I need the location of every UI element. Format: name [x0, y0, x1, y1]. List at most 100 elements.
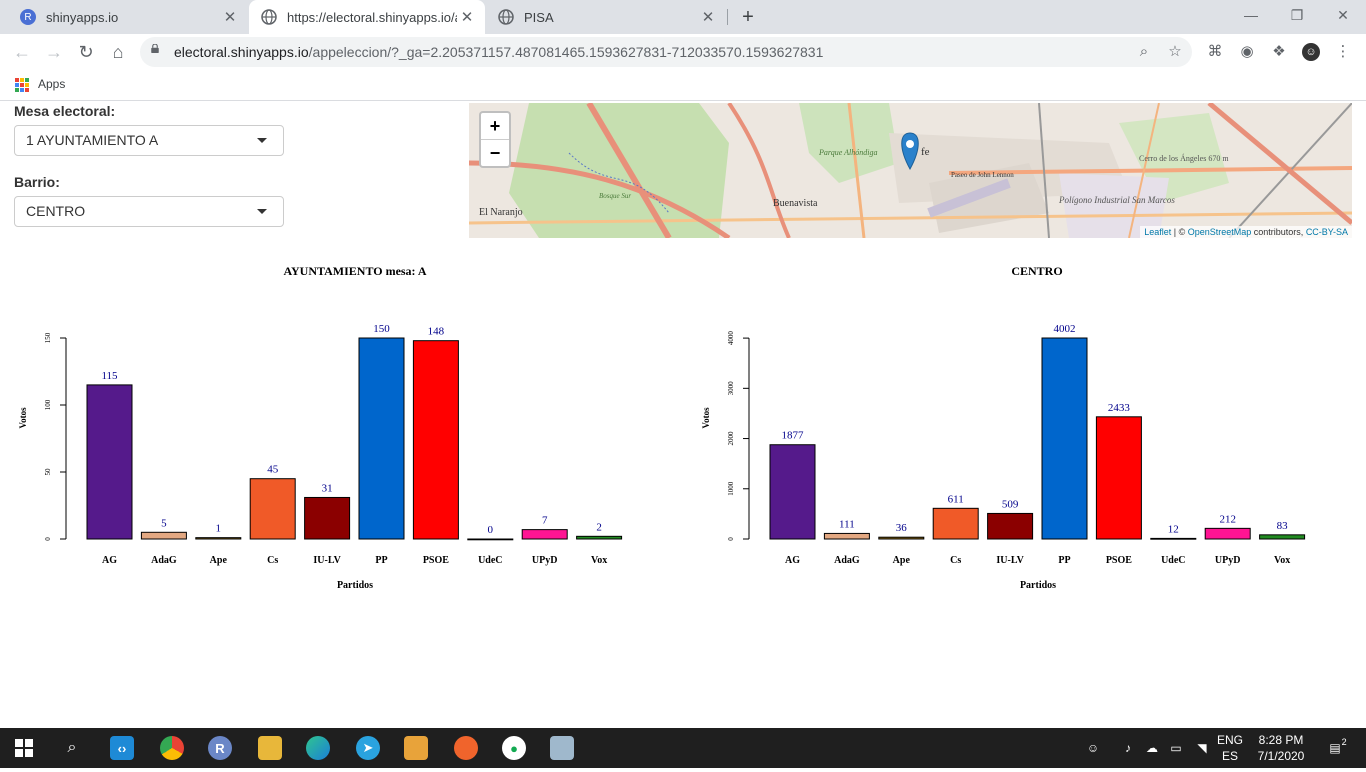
- zoom-out-button[interactable]: −: [481, 139, 509, 166]
- tab-electoral[interactable]: https://electoral.shinyapps.io/app ✕: [249, 0, 485, 34]
- bar-value-label: 12: [1168, 523, 1179, 535]
- new-tab-button[interactable]: +: [736, 4, 760, 30]
- search-icon[interactable]: ⌕: [60, 736, 84, 760]
- bar: [576, 535, 623, 540]
- back-icon[interactable]: ←: [8, 38, 36, 66]
- y-tick-label: 2000: [727, 431, 735, 446]
- license-link[interactable]: CC-BY-SA: [1306, 227, 1348, 237]
- bar-value-label: 45: [267, 464, 279, 476]
- clock[interactable]: 8:28 PM 7/1/2020: [1250, 728, 1312, 772]
- y-axis-label: Votos: [701, 407, 711, 429]
- bar: [878, 536, 925, 540]
- minimize-icon[interactable]: —: [1228, 0, 1274, 30]
- bookmark-star-icon[interactable]: ☆: [1167, 44, 1183, 60]
- url-text[interactable]: electoral.shinyapps.io/appeleccion/?_ga=…: [174, 37, 823, 67]
- bar-value-label: 5: [161, 517, 167, 529]
- windows-start-icon[interactable]: [12, 736, 36, 760]
- telegram-icon[interactable]: ➤: [356, 736, 380, 760]
- close-tab-icon[interactable]: ✕: [220, 8, 240, 26]
- volume-icon[interactable]: ♪: [1118, 728, 1138, 768]
- category-label: UPyD: [532, 555, 558, 566]
- osm-link[interactable]: OpenStreetMap: [1188, 227, 1252, 237]
- bar-value-label: 2433: [1108, 402, 1131, 414]
- map-tiles: El Naranjo Buenavista Parque Alhóndiga P…: [469, 103, 1352, 238]
- y-tick-label: 100: [44, 399, 52, 410]
- virtualbox-icon[interactable]: [404, 736, 428, 760]
- bar: [1041, 337, 1088, 540]
- category-label: IU-LV: [996, 555, 1024, 566]
- people-icon[interactable]: ☺: [1082, 728, 1104, 768]
- avatar[interactable]: ☺: [1302, 43, 1320, 61]
- file-explorer-icon[interactable]: [258, 736, 282, 760]
- apps-grid-icon[interactable]: [15, 78, 29, 92]
- notes-app-icon[interactable]: [550, 736, 574, 760]
- notification-count: 2: [1341, 737, 1347, 747]
- mongodb-icon[interactable]: ●: [502, 736, 526, 760]
- wifi-icon[interactable]: ◥: [1192, 728, 1212, 768]
- bar-value-label: 150: [373, 323, 390, 335]
- bar: [140, 531, 187, 540]
- bar-value-label: 148: [428, 326, 445, 338]
- leaflet-map[interactable]: El Naranjo Buenavista Parque Alhóndiga P…: [469, 103, 1352, 238]
- mesa-select[interactable]: 1 AYUNTAMIENTO A: [14, 125, 284, 156]
- category-label: AdaG: [834, 555, 860, 566]
- puzzle-icon[interactable]: ❖: [1270, 43, 1288, 61]
- notification-center-icon[interactable]: ▤ 2: [1322, 728, 1348, 768]
- mesa-value: 1 AYUNTAMIENTO A: [26, 132, 159, 148]
- vscode-icon[interactable]: ‹›: [110, 736, 134, 760]
- close-tab-icon[interactable]: ✕: [698, 8, 718, 26]
- restore-icon[interactable]: ❐: [1274, 0, 1320, 30]
- bar: [412, 340, 459, 540]
- category-label: PP: [375, 555, 387, 566]
- bar-value-label: 111: [839, 518, 855, 530]
- taskbar: ⌕ ‹› R ➤ ● ☺ ♪ ☁ ▭ ◥ ENG ES 8:28 PM 7/1/…: [0, 728, 1366, 768]
- chart-title: CENTRO: [1011, 264, 1063, 278]
- bar-value-label: 4002: [1054, 323, 1076, 335]
- postman-icon[interactable]: [454, 736, 478, 760]
- bar-value-label: 115: [101, 370, 118, 382]
- bookmark-apps[interactable]: Apps: [38, 70, 65, 98]
- map-label: Polígono Industrial San Marcos: [1058, 195, 1175, 205]
- map-label: Buenavista: [773, 198, 818, 209]
- tab-pisa[interactable]: PISA ✕: [486, 0, 726, 34]
- chrome-icon[interactable]: [160, 736, 184, 760]
- home-icon[interactable]: ⌂: [104, 38, 132, 66]
- extension-shield-icon[interactable]: ◉: [1238, 43, 1256, 61]
- close-tab-icon[interactable]: ✕: [457, 8, 477, 26]
- bar: [304, 496, 351, 540]
- edge-icon[interactable]: [306, 736, 330, 760]
- extension-translate-icon[interactable]: ⌘: [1206, 43, 1224, 61]
- tab-shinyapps[interactable]: R shinyapps.io ✕: [8, 0, 248, 34]
- barrio-select[interactable]: CENTRO: [14, 196, 284, 227]
- bar: [1259, 534, 1306, 540]
- forward-icon[interactable]: →: [40, 38, 68, 66]
- bar-value-label: 31: [322, 482, 333, 494]
- reload-icon[interactable]: ↻: [72, 38, 100, 66]
- category-label: IU-LV: [313, 555, 341, 566]
- cloud-icon[interactable]: ☁: [1142, 728, 1162, 768]
- lang-top: ENG: [1216, 733, 1243, 747]
- leaflet-link[interactable]: Leaflet: [1144, 227, 1171, 237]
- bar-value-label: 0: [488, 524, 494, 536]
- close-window-icon[interactable]: ✕: [1320, 0, 1366, 30]
- map-label: Bosque Sur: [599, 192, 631, 200]
- bookmarks-bar: Apps: [0, 70, 1366, 101]
- time: 8:28 PM: [1258, 733, 1304, 747]
- r-icon[interactable]: R: [208, 736, 232, 760]
- bar-chart-barrio: 0 1000 2000 3000 4000 Votos 1877 AG 111 AdaG 36 Ape…: [701, 323, 1306, 591]
- menu-dots-icon[interactable]: ⋮: [1334, 43, 1352, 61]
- zoom-in-button[interactable]: +: [481, 113, 509, 139]
- address-bar[interactable]: electoral.shinyapps.io/appeleccion/?_ga=…: [140, 37, 1192, 67]
- x-axis-label: Partidos: [337, 580, 373, 591]
- battery-icon[interactable]: ▭: [1166, 728, 1186, 768]
- map-label: Parque Alhóndiga: [818, 148, 877, 157]
- language-indicator[interactable]: ENG ES: [1212, 728, 1248, 772]
- r-logo-icon: R: [20, 9, 36, 25]
- bar: [823, 532, 870, 540]
- date: 7/1/2020: [1257, 749, 1305, 763]
- barrio-value: CENTRO: [26, 203, 86, 219]
- category-label: PSOE: [1106, 555, 1132, 566]
- bar-value-label: 1877: [782, 430, 805, 442]
- zoom-icon[interactable]: ⌕: [1136, 44, 1152, 60]
- url-host: electoral.shinyapps.io: [174, 44, 309, 60]
